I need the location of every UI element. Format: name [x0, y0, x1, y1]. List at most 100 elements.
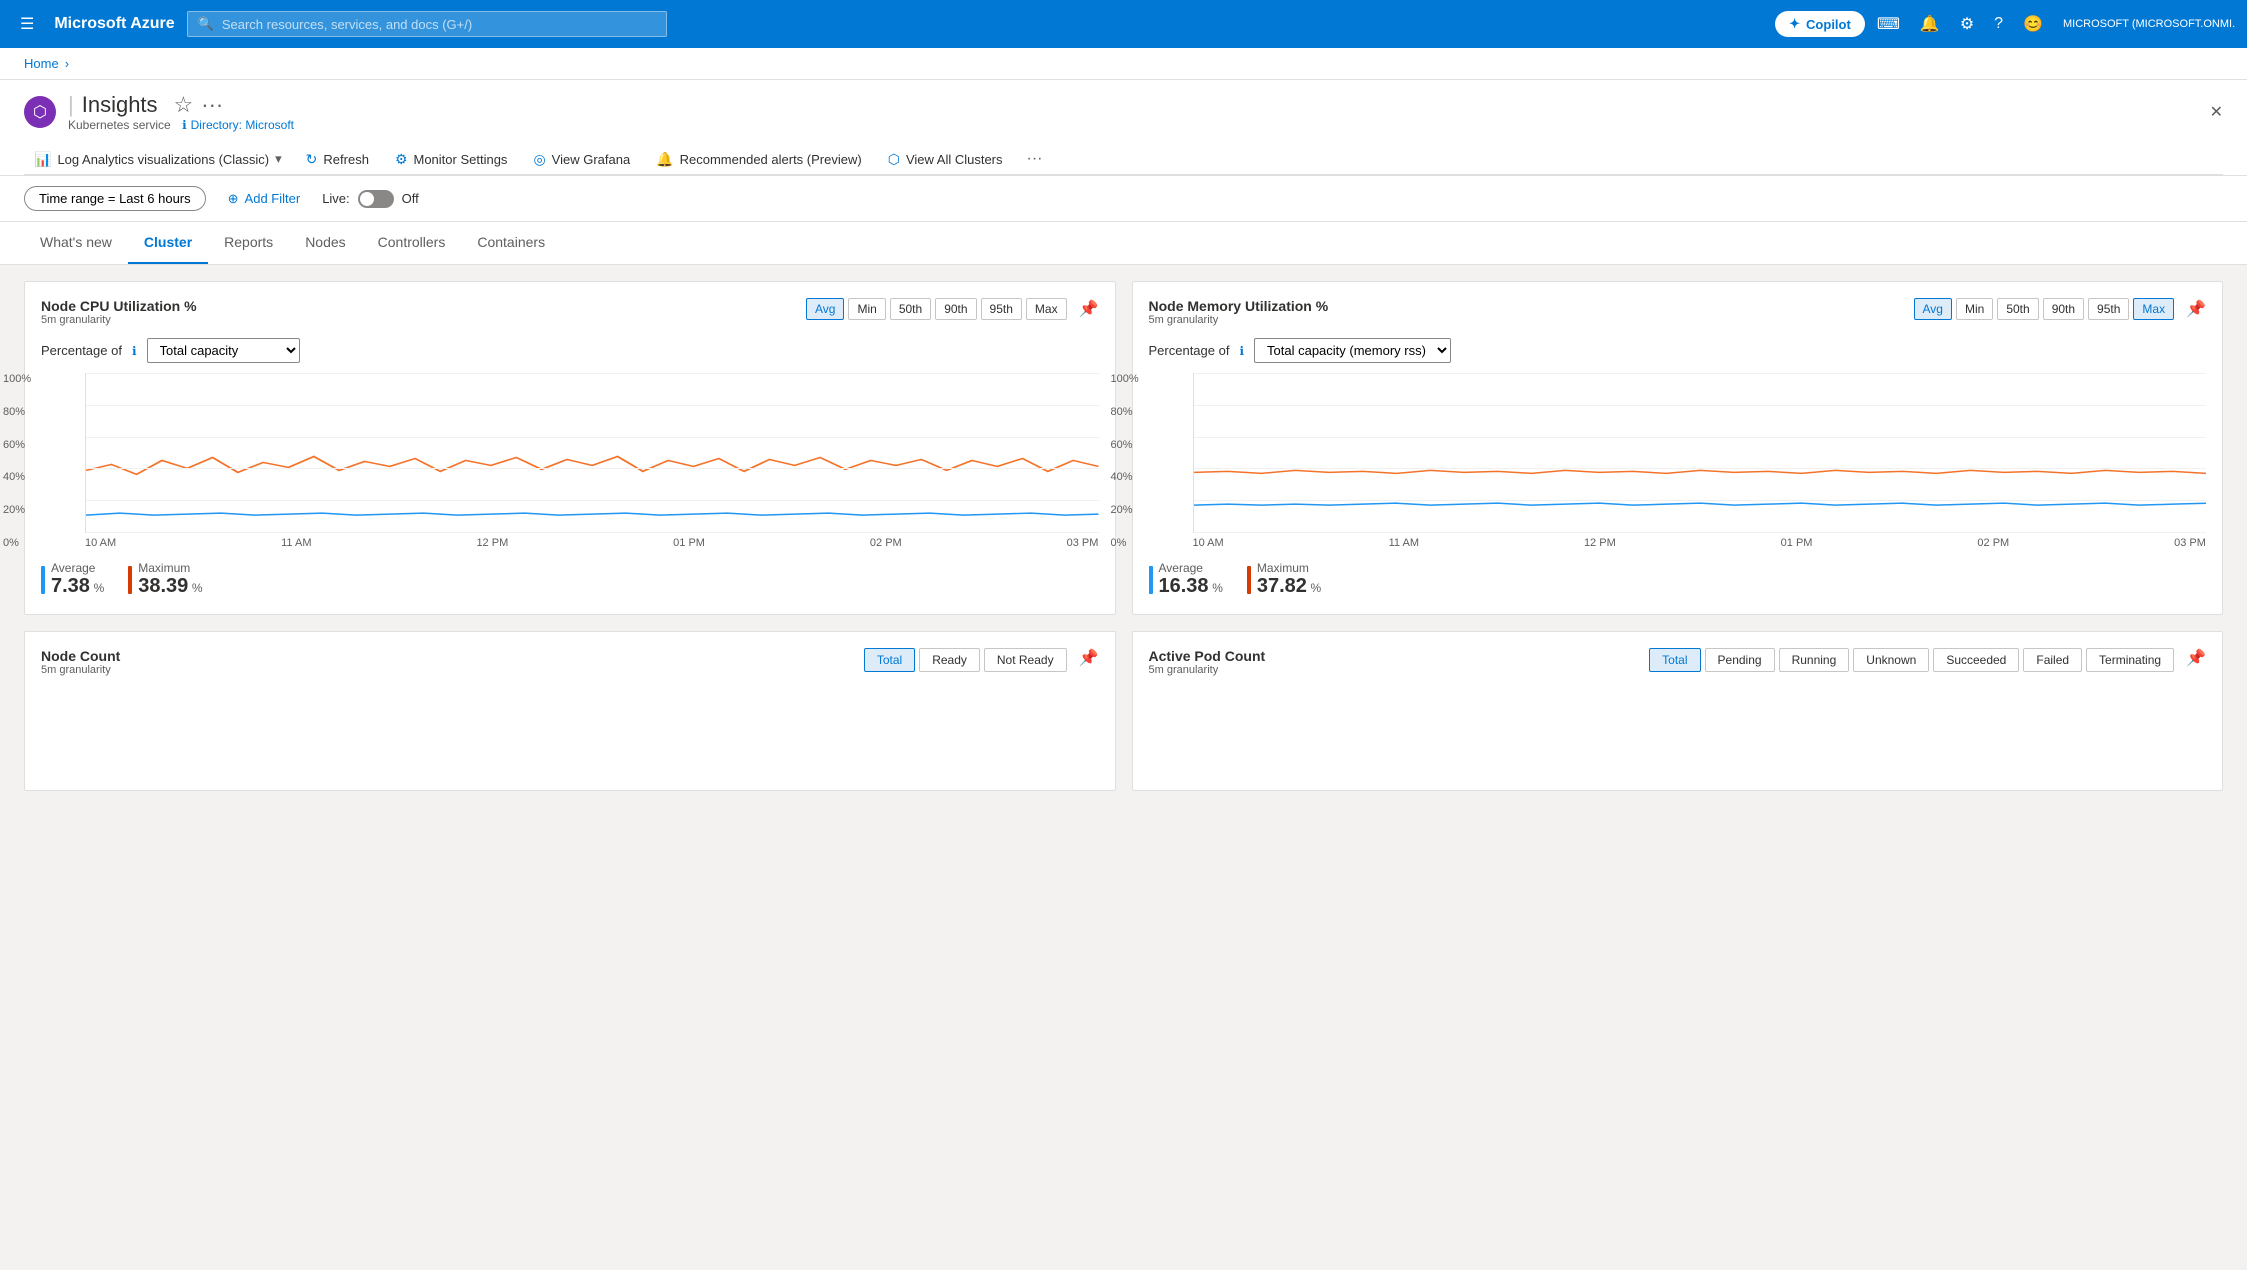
cpu-chart-header: Node CPU Utilization % 5m granularity Av… — [41, 298, 1099, 326]
cpu-max-legend-bar — [128, 566, 132, 594]
copilot-button[interactable]: ✦ Copilot — [1775, 11, 1865, 37]
cpu-50th-btn[interactable]: 50th — [890, 298, 931, 320]
cloud-shell-button[interactable]: ⌨ — [1869, 8, 1908, 40]
cpu-percentage-info-icon: ℹ — [132, 344, 137, 358]
tab-whats-new[interactable]: What's new — [24, 222, 128, 264]
tab-cluster[interactable]: Cluster — [128, 222, 208, 264]
node-ready-btn[interactable]: Ready — [919, 648, 980, 672]
cpu-chart-title-group: Node CPU Utilization % 5m granularity — [41, 298, 197, 326]
memory-x-labels: 10 AM11 AM12 PM01 PM02 PM03 PM — [1193, 537, 2207, 549]
page-header: ⬡ | Insights ☆ ··· Kubernetes service ℹ … — [0, 80, 2247, 176]
nav-right-actions: ✦ Copilot ⌨ 🔔 ⚙ ? 😊 MICROSOFT (MICROSOFT… — [1775, 6, 2235, 42]
live-toggle: Live: Off — [322, 190, 419, 208]
filter-icon: ⊕ — [228, 191, 239, 207]
user-display-name: MICROSOFT (MICROSOFT.ONMI... — [2063, 18, 2235, 30]
mem-min-btn[interactable]: Min — [1956, 298, 1993, 320]
cpu-x-labels: 10 AM11 AM12 PM01 PM02 PM03 PM — [85, 537, 1099, 549]
mem-avg-btn[interactable]: Avg — [1914, 298, 1952, 320]
tab-reports[interactable]: Reports — [208, 222, 289, 264]
pod-succeeded-btn[interactable]: Succeeded — [1933, 648, 2019, 672]
node-count-controls: Total Ready Not Ready 📌 — [864, 648, 1099, 672]
node-count-title-group: Node Count 5m granularity — [41, 648, 120, 676]
memory-chart-title-group: Node Memory Utilization % 5m granularity — [1149, 298, 1329, 326]
notifications-button[interactable]: 🔔 — [1912, 8, 1948, 40]
favorite-icon[interactable]: ☆ — [174, 92, 194, 118]
memory-chart-options: Percentage of ℹ Total capacity (memory r… — [1149, 338, 2207, 363]
cpu-max-btn[interactable]: Max — [1026, 298, 1067, 320]
active-pod-count-card: Active Pod Count 5m granularity Total Pe… — [1132, 631, 2224, 791]
page-title: | Insights ☆ ··· — [68, 92, 294, 118]
cpu-max-legend-info: Maximum 38.39 % — [138, 561, 202, 598]
search-box[interactable]: 🔍 — [187, 11, 667, 37]
node-count-header: Node Count 5m granularity Total Ready No… — [41, 648, 1099, 676]
time-range-button[interactable]: Time range = Last 6 hours — [24, 186, 206, 211]
cpu-chart-legend: Average 7.38 % Maximum 38.39 % — [41, 561, 1099, 598]
tab-containers[interactable]: Containers — [461, 222, 561, 264]
memory-capacity-select[interactable]: Total capacity (memory rss) Requested ca… — [1254, 338, 1451, 363]
cpu-capacity-select[interactable]: Total capacity Requested capacity Limits — [147, 338, 300, 363]
page-subtitle: Kubernetes service ℹ Directory: Microsof… — [68, 118, 294, 132]
more-commands-button[interactable]: ··· — [1017, 144, 1053, 174]
mem-95th-btn[interactable]: 95th — [2088, 298, 2129, 320]
view-all-clusters-button[interactable]: ⬡ View All Clusters — [876, 145, 1015, 174]
mem-50th-btn[interactable]: 50th — [1997, 298, 2038, 320]
log-analytics-dropdown[interactable]: 📊 Log Analytics visualizations (Classic)… — [24, 145, 292, 174]
memory-pin-icon[interactable]: 📌 — [2186, 299, 2206, 319]
cpu-95th-btn[interactable]: 95th — [981, 298, 1022, 320]
pod-count-controls: Total Pending Running Unknown Succeeded … — [1649, 648, 2206, 672]
pod-terminating-btn[interactable]: Terminating — [2086, 648, 2174, 672]
hamburger-menu[interactable]: ☰ — [12, 10, 42, 38]
dropdown-chevron: ▾ — [275, 151, 282, 167]
user-profile[interactable]: MICROSOFT (MICROSOFT.ONMI... M — [2055, 6, 2235, 42]
pod-total-btn[interactable]: Total — [1649, 648, 1700, 672]
cpu-pin-icon[interactable]: 📌 — [1079, 299, 1099, 319]
monitor-settings-button[interactable]: ⚙ Monitor Settings — [383, 145, 520, 174]
node-count-pin-icon[interactable]: 📌 — [1079, 648, 1099, 672]
live-toggle-switch[interactable] — [358, 190, 394, 208]
breadcrumb-home[interactable]: Home — [24, 56, 59, 71]
view-grafana-button[interactable]: ◎ View Grafana — [521, 145, 642, 174]
memory-max-legend-info: Maximum 37.82 % — [1257, 561, 1321, 598]
more-options-icon[interactable]: ··· — [201, 92, 223, 118]
memory-chart-subtitle: 5m granularity — [1149, 314, 1329, 326]
cpu-chart-options: Percentage of ℹ Total capacity Requested… — [41, 338, 1099, 363]
cpu-avg-btn[interactable]: Avg — [806, 298, 844, 320]
bottom-charts-row: Node Count 5m granularity Total Ready No… — [24, 631, 2223, 791]
memory-avg-legend-bar — [1149, 566, 1153, 594]
cpu-chart-area: 100%80%60%40%20%0% — [41, 373, 1099, 549]
cpu-max-legend: Maximum 38.39 % — [128, 561, 202, 598]
search-input[interactable] — [222, 17, 656, 32]
tab-controllers[interactable]: Controllers — [362, 222, 462, 264]
mem-90th-btn[interactable]: 90th — [2043, 298, 2084, 320]
mem-max-btn[interactable]: Max — [2133, 298, 2174, 320]
top-charts-row: Node CPU Utilization % 5m granularity Av… — [24, 281, 2223, 615]
pod-failed-btn[interactable]: Failed — [2023, 648, 2082, 672]
cpu-chart-svg-area — [85, 373, 1099, 533]
recommended-alerts-button[interactable]: 🔔 Recommended alerts (Preview) — [644, 145, 874, 174]
cpu-90th-btn[interactable]: 90th — [935, 298, 976, 320]
pod-count-header: Active Pod Count 5m granularity Total Pe… — [1149, 648, 2207, 676]
cpu-min-btn[interactable]: Min — [848, 298, 885, 320]
close-button[interactable]: ✕ — [2210, 102, 2223, 122]
memory-grid-lines — [1194, 373, 2207, 532]
title-actions: ☆ ··· — [174, 92, 224, 118]
pod-count-pin-icon[interactable]: 📌 — [2186, 648, 2206, 672]
breadcrumb-separator: › — [65, 56, 69, 71]
pod-count-subtitle: 5m granularity — [1149, 664, 1266, 676]
search-icon: 🔍 — [198, 16, 214, 32]
copilot-icon: ✦ — [1789, 16, 1800, 32]
settings-button[interactable]: ⚙ — [1952, 8, 1982, 40]
refresh-button[interactable]: ↻ Refresh — [294, 145, 381, 174]
pod-unknown-btn[interactable]: Unknown — [1853, 648, 1929, 672]
feedback-button[interactable]: 😊 — [2015, 8, 2051, 40]
kubernetes-icon: ⬡ — [24, 96, 56, 128]
node-total-btn[interactable]: Total — [864, 648, 915, 672]
grafana-icon: ◎ — [533, 151, 545, 168]
add-filter-button[interactable]: ⊕ Add Filter — [218, 187, 311, 211]
pod-running-btn[interactable]: Running — [1779, 648, 1850, 672]
tab-nodes[interactable]: Nodes — [289, 222, 361, 264]
memory-max-legend-bar — [1247, 566, 1251, 594]
help-button[interactable]: ? — [1986, 9, 2011, 39]
pod-pending-btn[interactable]: Pending — [1705, 648, 1775, 672]
node-not-ready-btn[interactable]: Not Ready — [984, 648, 1067, 672]
